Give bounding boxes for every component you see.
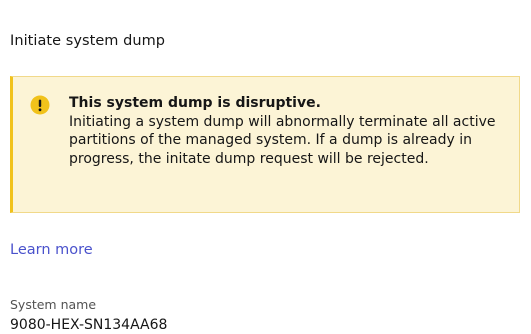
warning-notification: This system dump is disruptive. Initiati…	[10, 76, 520, 213]
warning-icon	[30, 95, 50, 115]
system-name-value: 9080-HEX-SN134AA68	[10, 317, 168, 333]
notification-title: This system dump is disruptive.	[69, 95, 321, 111]
learn-more-link[interactable]: Learn more	[10, 240, 93, 260]
notification-body: Initiating a system dump will abnormally…	[69, 113, 496, 167]
page-title: Initiate system dump	[10, 33, 166, 49]
notification-content: This system dump is disruptive. Initiati…	[69, 94, 509, 168]
system-name-label: System name	[10, 297, 97, 312]
